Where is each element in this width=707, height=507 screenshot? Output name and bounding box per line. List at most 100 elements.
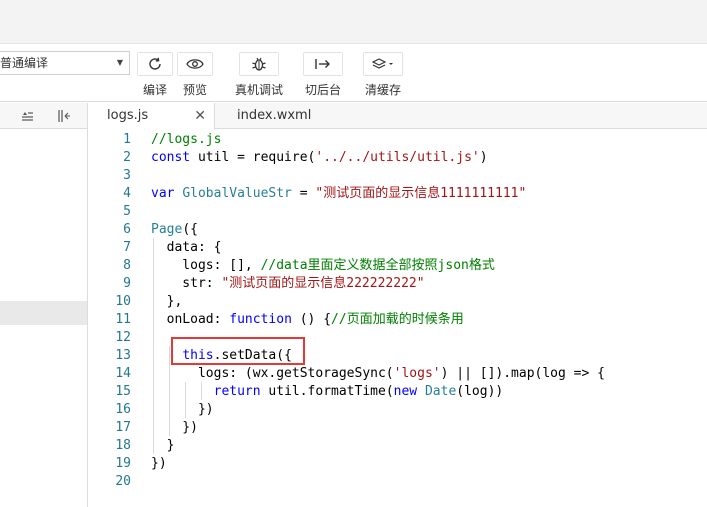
code-line: logs: [], //data里面定义数据全部按照json格式 [151, 257, 495, 275]
clear-cache-button[interactable]: 清缓存 [362, 52, 404, 98]
code-token: onLoad: [151, 312, 230, 327]
line-number: 9 [123, 276, 131, 291]
window-top-strip [0, 0, 707, 44]
code-token: data: { [151, 240, 222, 255]
line-number: 18 [115, 438, 131, 453]
code-token: new [393, 384, 418, 399]
compile-mode-value: 普通编译 [0, 56, 49, 70]
layers-icon [371, 58, 393, 69]
code-token: "测试页面的显示信息1111111111" [315, 186, 527, 201]
code-token: }, [151, 294, 183, 309]
compile-button-box[interactable] [137, 52, 173, 76]
line-number: 20 [115, 474, 131, 489]
code-token: var [151, 186, 175, 201]
code-token: }) [151, 420, 198, 435]
line-number: 5 [123, 204, 131, 219]
clear-cache-button-label: 清缓存 [364, 83, 401, 97]
code-token: "测试页面的显示信息222222222" [221, 276, 425, 291]
preview-button-label: 预览 [182, 83, 207, 97]
compile-button-label: 编译 [142, 83, 167, 97]
compile-button[interactable]: 编译 [137, 52, 173, 98]
code-line: logs: (wx.getStorageSync('logs') || []).… [151, 365, 605, 383]
code-token: //页面加载的时候条用 [331, 312, 464, 327]
code-line: var GlobalValueStr = "测试页面的显示信息111111111… [151, 185, 526, 203]
code-token: const [151, 150, 191, 165]
compile-mode-select[interactable]: 普通编译 ▼ [0, 51, 130, 75]
tab-index-wxml[interactable]: index.wxml [237, 103, 347, 129]
code-line: }) [151, 401, 214, 419]
code-token: str: [151, 276, 222, 291]
editor-tabbar: logs.js ✕ index.wxml [89, 103, 707, 130]
line-number: 16 [115, 402, 131, 417]
sort-icon[interactable] [20, 109, 34, 123]
code-line: data: { [151, 239, 222, 257]
code-line: const util = require('../../utils/util.j… [151, 149, 488, 167]
code-token: ) [479, 150, 488, 165]
code-token: //data里面定义数据全部按照json格式 [260, 258, 495, 273]
tab-logs-js[interactable]: logs.js ✕ [89, 103, 215, 130]
remote-debug-button[interactable]: 真机调试 [235, 52, 283, 98]
code-line: onLoad: function () {//页面加载的时候条用 [151, 311, 464, 329]
code-line: str: "测试页面的显示信息222222222" [151, 275, 425, 293]
code-token: ({ [182, 222, 198, 237]
line-number: 13 [115, 348, 131, 363]
highlight-box [171, 337, 305, 365]
eye-icon [186, 59, 204, 69]
code-editor[interactable]: 1 2 3 4 5 6 7 8 9 10 11 12 13 14 15 16 17 18 19 20 //logs.j… [89, 130, 707, 507]
indent-guide [185, 382, 186, 418]
code-line: } [151, 437, 175, 455]
refresh-icon [149, 57, 161, 70]
line-number: 11 [115, 312, 131, 327]
code-line: }) [151, 419, 198, 437]
code-token: logs: [], [151, 258, 261, 273]
line-number: 7 [123, 240, 131, 255]
line-number: 10 [115, 294, 131, 309]
sidebar-selected-row[interactable] [0, 301, 87, 325]
line-number: 2 [123, 150, 131, 165]
line-number: 15 [115, 384, 131, 399]
remote-debug-button-box[interactable] [239, 52, 279, 76]
preview-button-box[interactable] [177, 52, 213, 76]
line-number: 4 [123, 186, 131, 201]
code-line: return util.formatTime(new Date(log)) [151, 383, 504, 401]
code-token: //logs.js [151, 132, 222, 147]
code-token: util = require( [190, 150, 316, 165]
indent-guide [153, 238, 154, 454]
line-number: 3 [123, 168, 131, 183]
code-token: return [213, 384, 261, 399]
line-number: 1 [123, 132, 131, 147]
code-token: Page [151, 222, 183, 237]
switch-background-button-box[interactable] [303, 52, 343, 76]
code-token: 'logs' [393, 366, 441, 381]
chevron-down-icon: ▼ [116, 58, 123, 67]
line-number: 17 [115, 420, 131, 435]
close-icon[interactable]: ✕ [194, 103, 206, 129]
indent-guide [169, 346, 170, 436]
code-token: '../../utils/util.js' [315, 150, 480, 165]
switch-background-button[interactable]: 切后台 [302, 52, 344, 98]
code-token: function [229, 312, 292, 327]
line-number: 14 [115, 366, 131, 381]
file-sidebar [0, 103, 88, 507]
line-number: 6 [123, 222, 131, 237]
collapse-panel-icon[interactable] [57, 109, 71, 123]
toolbar: 普通编译 ▼ 编译 预览 真机调试 切后台 清缓存 [0, 44, 707, 102]
code-token: logs: (wx.getStorageSync( [151, 366, 394, 381]
code-line: Page({ [151, 221, 198, 239]
sidebar-header [0, 103, 87, 129]
clear-cache-button-box[interactable] [363, 52, 403, 76]
bug-icon [252, 57, 266, 71]
line-number: 12 [115, 330, 131, 345]
code-token: GlobalValueStr [182, 186, 292, 201]
code-token: util.formatTime( [260, 384, 394, 399]
remote-debug-button-label: 真机调试 [235, 83, 284, 97]
code-token: Date [424, 384, 457, 399]
tab-label: index.wxml [237, 108, 312, 123]
code-line: }, [151, 293, 183, 311]
tab-label: logs.js [107, 108, 149, 123]
code-token: = [291, 186, 316, 201]
preview-button[interactable]: 预览 [177, 52, 213, 98]
code-token: (log)) [456, 384, 504, 399]
